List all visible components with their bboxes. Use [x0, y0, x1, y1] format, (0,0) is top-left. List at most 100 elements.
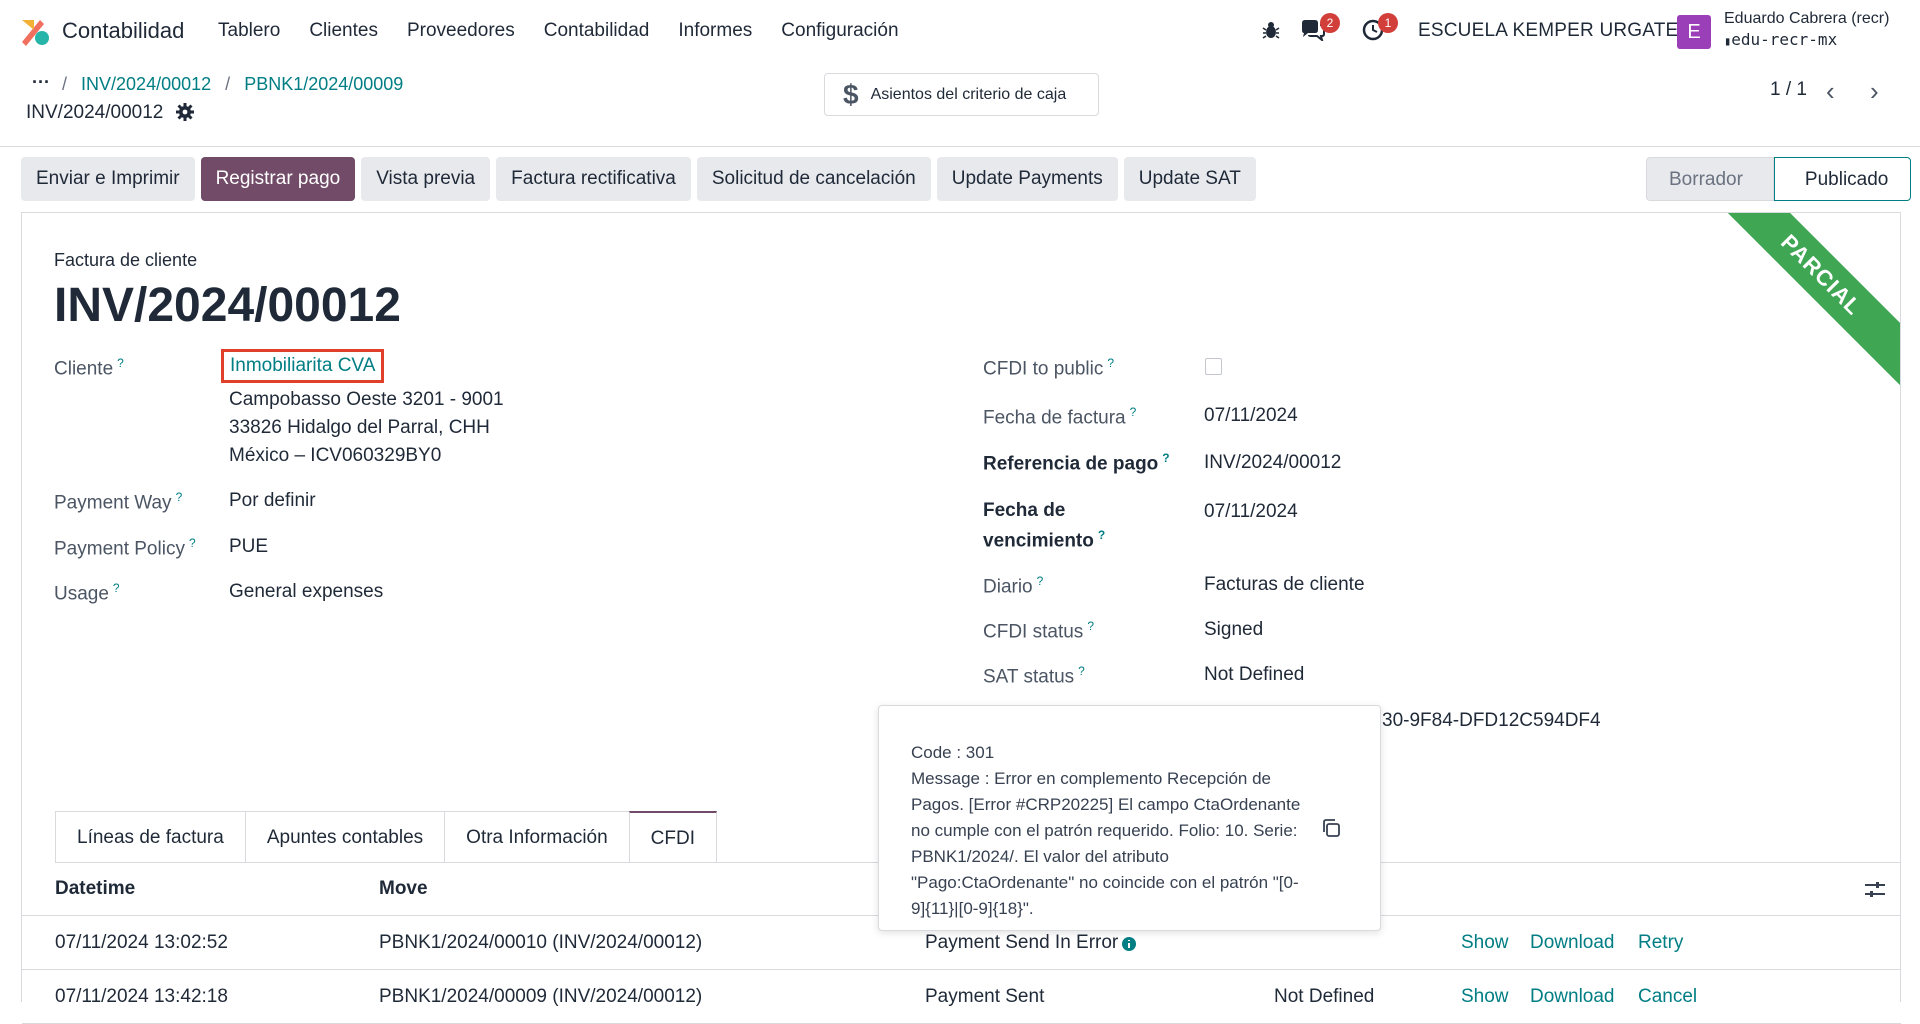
usage-value[interactable]: General expenses [229, 581, 383, 603]
journal-value[interactable]: Facturas de cliente [1204, 574, 1365, 596]
help-icon[interactable]: ? [1087, 619, 1094, 633]
customer-link[interactable]: Inmobiliarita CVA [221, 349, 385, 383]
help-icon[interactable]: ? [117, 356, 124, 370]
help-icon[interactable]: ? [1078, 664, 1085, 678]
row-move: PBNK1/2024/00010 (INV/2024/00012) [379, 932, 703, 953]
breadcrumb-item-payment[interactable]: PBNK1/2024/00009 [244, 74, 403, 94]
chevron-left-icon[interactable]: ‹ [1826, 76, 1835, 107]
row-datetime: 07/11/2024 13:02:52 [55, 932, 228, 953]
cfdi-public-checkbox[interactable] [1205, 358, 1222, 375]
invoice-date-label: Fecha de factura? [983, 405, 1136, 429]
action-buttons: Enviar e Imprimir Registrar pago Vista p… [21, 157, 1256, 201]
sat-status-value: Not Defined [1204, 664, 1305, 685]
breadcrumb-separator: / [225, 74, 231, 94]
journal-label-text: Diario [983, 576, 1033, 598]
update-payments-button[interactable]: Update Payments [936, 157, 1118, 201]
record-title: INV/2024/00012 [26, 102, 164, 123]
bug-icon[interactable] [1262, 20, 1280, 40]
tab-cfdi[interactable]: CFDI [628, 811, 717, 862]
help-icon[interactable]: ? [176, 490, 183, 504]
download-button[interactable]: Download [1530, 986, 1615, 1008]
sat-status-label: SAT status? [983, 664, 1085, 688]
accounting-app-icon[interactable] [20, 16, 50, 46]
update-sat-button[interactable]: Update SAT [1123, 157, 1256, 201]
cfdi-status-label-text: CFDI status [983, 621, 1084, 643]
table-row[interactable]: 07/11/2024 13:42:18 PBNK1/2024/00009 (IN… [22, 970, 1901, 1024]
invoice-date-value[interactable]: 07/11/2024 [1204, 405, 1298, 427]
company-switcher[interactable]: ESCUELA KEMPER URGATE [1418, 20, 1678, 42]
sat-status-label-text: SAT status [983, 666, 1075, 688]
status-ribbon: PARCIAL [1688, 213, 1900, 408]
column-settings-icon[interactable] [1865, 881, 1885, 899]
invoice-type: Factura de cliente [54, 250, 198, 270]
activities-button[interactable]: 1 [1362, 13, 1398, 46]
help-icon[interactable]: ? [1130, 405, 1137, 419]
due-date-label-line2: vencimiento? [983, 528, 1105, 552]
retry-button[interactable]: Retry [1638, 932, 1683, 954]
dollar-icon: $ [843, 78, 859, 110]
top-navbar: Contabilidad Tablero Clientes Proveedore… [0, 0, 1920, 62]
menu-configuracion[interactable]: Configuración [781, 20, 898, 42]
user-database-name: edu-recr-mx [1731, 30, 1838, 49]
user-database: ▮edu-recr-mx [1724, 30, 1837, 49]
messages-button[interactable]: 2 [1300, 13, 1340, 46]
cash-basis-entries-button[interactable]: $ Asientos del criterio de caja [824, 73, 1099, 116]
error-message: Message : Error en complemento Recepción… [911, 769, 1301, 918]
help-icon[interactable]: ? [113, 581, 120, 595]
column-move[interactable]: Move [379, 878, 428, 900]
status-draft[interactable]: Borrador [1646, 157, 1774, 201]
show-button[interactable]: Show [1461, 986, 1509, 1008]
credit-note-button[interactable]: Factura rectificativa [496, 157, 691, 201]
due-date-value[interactable]: 07/11/2024 [1204, 501, 1298, 523]
user-name[interactable]: Eduardo Cabrera (recr) [1724, 10, 1889, 28]
cancel-button[interactable]: Cancel [1638, 986, 1697, 1008]
register-payment-button[interactable]: Registrar pago [200, 157, 356, 201]
copy-icon[interactable] [1321, 818, 1341, 838]
address-line-3: México – ICV060329BY0 [229, 445, 442, 466]
breadcrumb-more-icon[interactable]: ··· [32, 72, 50, 93]
tab-other-info[interactable]: Otra Información [444, 811, 630, 862]
menu-informes[interactable]: Informes [678, 20, 752, 42]
cfdi-status-label: CFDI status? [983, 619, 1094, 643]
breadcrumb: / INV/2024/00012 / PBNK1/2024/00009 [62, 74, 403, 95]
avatar[interactable]: E [1677, 15, 1711, 49]
menu-proveedores[interactable]: Proveedores [407, 20, 515, 42]
column-datetime[interactable]: Datetime [55, 878, 135, 900]
cliente-label-text: Cliente [54, 358, 114, 380]
row-sat-status: Not Defined [1274, 986, 1375, 1007]
tab-journal-items[interactable]: Apuntes contables [244, 811, 446, 862]
invoice-number: INV/2024/00012 [54, 279, 401, 332]
help-icon[interactable]: ? [1098, 528, 1105, 542]
address-line-1: Campobasso Oeste 3201 - 9001 [229, 389, 504, 410]
payment-policy-label-text: Payment Policy [54, 538, 185, 560]
tab-invoice-lines[interactable]: Líneas de factura [55, 811, 246, 862]
menu-contabilidad[interactable]: Contabilidad [544, 20, 650, 42]
gear-icon[interactable] [176, 103, 194, 121]
chevron-right-icon[interactable]: › [1870, 76, 1879, 107]
help-icon[interactable]: ? [189, 536, 196, 550]
help-icon[interactable]: ? [1037, 574, 1044, 588]
row-state: Payment Send In Error [925, 932, 1119, 953]
breadcrumb-item-invoice[interactable]: INV/2024/00012 [81, 74, 211, 94]
preview-button[interactable]: Vista previa [361, 157, 491, 201]
menu-tablero[interactable]: Tablero [218, 20, 280, 42]
row-datetime: 07/11/2024 13:42:18 [55, 986, 228, 1007]
info-icon[interactable] [1121, 936, 1137, 952]
app-name[interactable]: Contabilidad [62, 18, 184, 44]
help-icon[interactable]: ? [1107, 356, 1114, 370]
download-button[interactable]: Download [1530, 932, 1615, 954]
cfdi-public-label: CFDI to public? [983, 356, 1114, 380]
menu-clientes[interactable]: Clientes [309, 20, 378, 42]
status-posted[interactable]: Publicado [1773, 157, 1912, 201]
payment-way-value[interactable]: Por definir [229, 490, 316, 512]
cfdi-status-value: Signed [1204, 619, 1264, 640]
send-print-button[interactable]: Enviar e Imprimir [21, 157, 195, 201]
help-icon[interactable]: ? [1162, 451, 1169, 465]
cancel-request-button[interactable]: Solicitud de cancelación [696, 157, 931, 201]
invoice-date-label-text: Fecha de factura [983, 407, 1126, 429]
pager-value[interactable]: 1 / 1 [1770, 79, 1807, 101]
due-date-label-text: vencimiento [983, 530, 1094, 552]
payment-ref-value[interactable]: INV/2024/00012 [1204, 452, 1341, 474]
payment-policy-value[interactable]: PUE [229, 536, 268, 558]
show-button[interactable]: Show [1461, 932, 1509, 954]
